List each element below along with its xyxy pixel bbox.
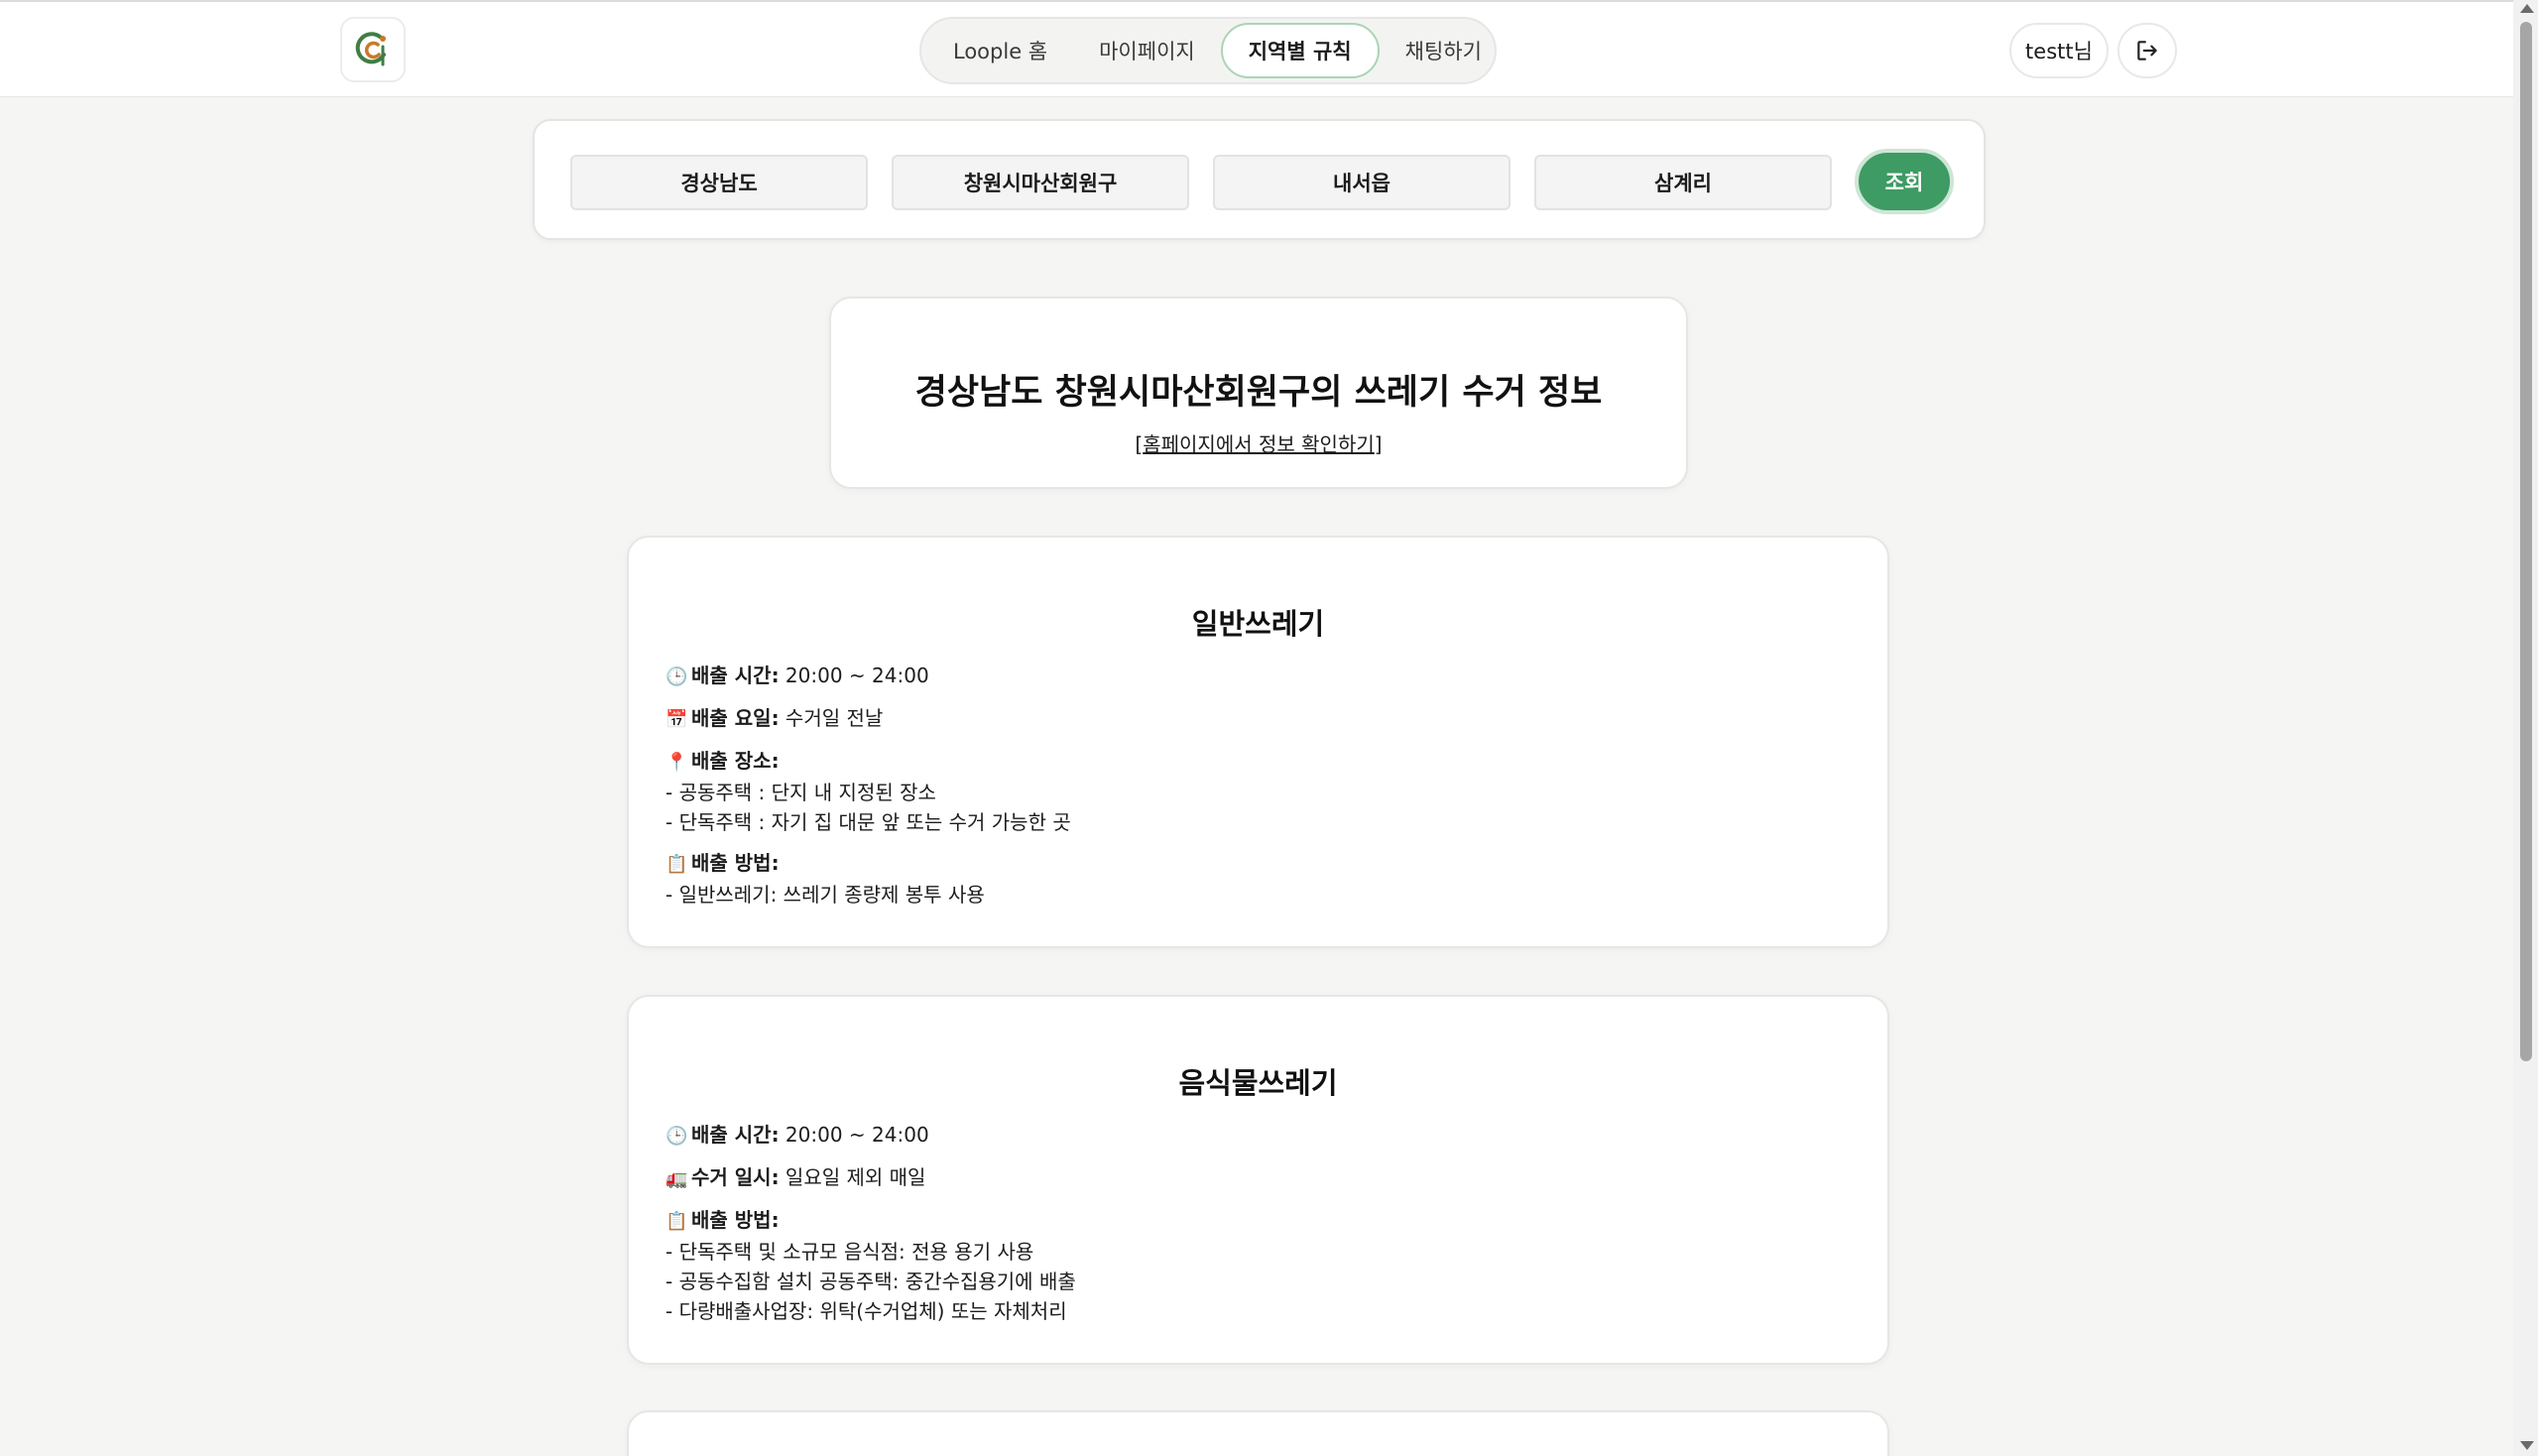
card-title: 일반쓰레기 <box>1191 607 1325 641</box>
top-header: Loople 홈 마이페이지 지역별 규칙 채팅하기 testt님 <box>0 0 2513 97</box>
logout-icon <box>2137 41 2157 61</box>
province-select[interactable]: 경상남도 <box>570 155 868 210</box>
food-waste-card: 음식물쓰레기 🕒 배출 시간: 20:00 ~ 24:00 🚛 수거 일시: 일요일… <box>627 995 1889 1365</box>
collection-schedule-field: 🚛 수거 일시: 일요일 제외 매일 <box>629 1162 1887 1194</box>
field-value: 수거일 전날 <box>785 706 884 730</box>
disposal-method-field: 📋 배출 방법: - 일반쓰레기: 쓰레기 종량제 봉투 사용 <box>629 848 1887 910</box>
disposal-time-field: 🕒 배출 시간: 20:00 ~ 24:00 <box>629 661 1887 692</box>
district-select[interactable]: 내서읍 <box>1213 155 1511 210</box>
scrollbar-thumb[interactable] <box>2520 22 2532 1061</box>
nav-mypage[interactable]: 마이페이지 <box>1073 23 1221 78</box>
field-line: - 공동주택 : 단지 내 지정된 장소 <box>665 781 936 804</box>
field-label: 배출 시간: <box>691 664 780 687</box>
region-title-card: 경상남도 창원시마산회원구의 쓰레기 수거 정보 [홈페이지에서 정보 확인하기… <box>829 297 1688 489</box>
loople-logo[interactable] <box>340 17 406 82</box>
region-filter-bar: 경상남도 창원시마산회원구 내서읍 삼계리 조회 <box>533 119 1986 240</box>
field-line: - 단독주택 및 소규모 음식점: 전용 용기 사용 <box>665 1240 1034 1264</box>
field-line: - 다량배출사업장: 위탁(수거업체) 또는 자체처리 <box>665 1299 1067 1323</box>
field-label: 배출 요일: <box>691 706 780 730</box>
card-title: 음식물쓰레기 <box>1178 1066 1338 1100</box>
field-value: 20:00 ~ 24:00 <box>785 664 929 687</box>
search-button[interactable]: 조회 <box>1855 149 1954 214</box>
field-value: 20:00 ~ 24:00 <box>785 1123 929 1147</box>
next-waste-card <box>627 1410 1889 1456</box>
field-line: - 일반쓰레기: 쓰레기 종량제 봉투 사용 <box>665 883 985 907</box>
main-nav: Loople 홈 마이페이지 지역별 규칙 채팅하기 <box>919 17 1497 84</box>
disposal-place-field: 📍 배출 장소: - 공동주택 : 단지 내 지정된 장소 - 단독주택 : 자기… <box>629 746 1887 837</box>
loople-logo-icon <box>355 32 386 66</box>
page-title: 경상남도 창원시마산회원구의 쓰레기 수거 정보 <box>914 373 1603 413</box>
field-value: 일요일 제외 매일 <box>785 1165 926 1189</box>
homepage-link-row: [홈페이지에서 정보 확인하기] <box>831 428 1686 457</box>
field-line: - 단독주택 : 자기 집 대문 앞 또는 수거 가능한 곳 <box>665 810 1071 834</box>
scroll-up-arrow-icon[interactable] <box>2520 4 2534 13</box>
general-waste-card: 일반쓰레기 🕒 배출 시간: 20:00 ~ 24:00 📅 배출 요일: 수거일 … <box>627 536 1889 948</box>
field-label: 수거 일시: <box>691 1165 780 1189</box>
homepage-link[interactable]: 홈페이지에서 정보 확인하기 <box>1143 432 1375 456</box>
user-name-button[interactable]: testt님 <box>2009 23 2109 78</box>
nav-regional-rules[interactable]: 지역별 규칙 <box>1220 23 1380 78</box>
field-label: 배출 방법: <box>691 851 780 875</box>
clock-icon: 🕒 <box>665 1126 688 1147</box>
disposal-method-field: 📋 배출 방법: - 단독주택 및 소규모 음식점: 전용 용기 사용 - 공동수… <box>629 1205 1887 1326</box>
truck-icon: 🚛 <box>665 1168 688 1189</box>
field-line: - 공동수집함 설치 공동주택: 중간수집용기에 배출 <box>665 1270 1076 1293</box>
disposal-day-field: 📅 배출 요일: 수거일 전날 <box>629 703 1887 735</box>
field-label: 배출 시간: <box>691 1123 780 1147</box>
logout-button[interactable] <box>2117 23 2177 78</box>
scroll-down-arrow-icon[interactable] <box>2520 1441 2534 1450</box>
village-select[interactable]: 삼계리 <box>1534 155 1832 210</box>
city-select[interactable]: 창원시마산회원구 <box>892 155 1189 210</box>
nav-chat[interactable]: 채팅하기 <box>1380 23 1508 78</box>
clipboard-icon: 📋 <box>665 1211 688 1232</box>
field-label: 배출 장소: <box>691 749 780 773</box>
field-label: 배출 방법: <box>691 1208 780 1232</box>
bracket-close: ] <box>1374 432 1383 456</box>
disposal-time-field: 🕒 배출 시간: 20:00 ~ 24:00 <box>629 1120 1887 1152</box>
calendar-icon: 📅 <box>665 709 688 730</box>
pin-icon: 📍 <box>665 752 688 773</box>
nav-loople-home[interactable]: Loople 홈 <box>927 23 1073 78</box>
clock-icon: 🕒 <box>665 667 688 687</box>
clipboard-icon: 📋 <box>665 854 688 875</box>
